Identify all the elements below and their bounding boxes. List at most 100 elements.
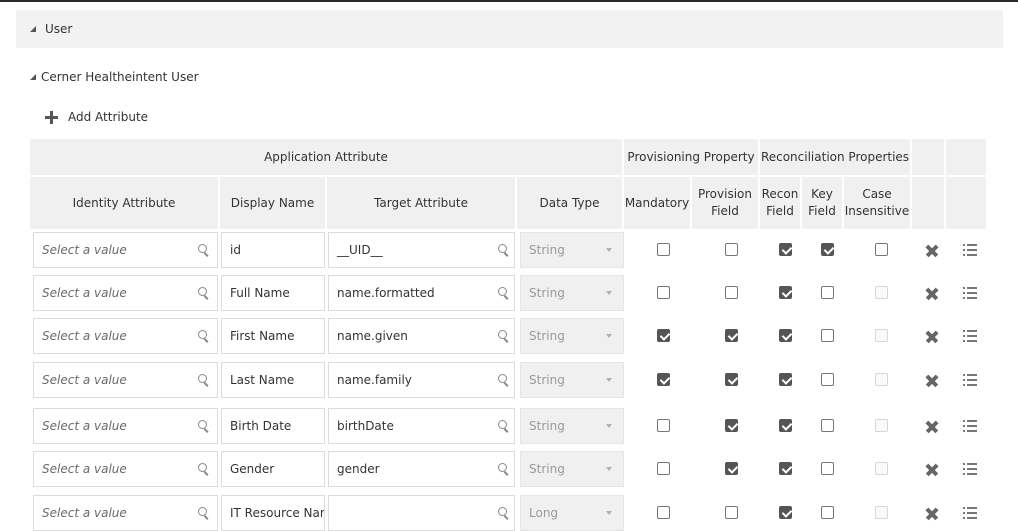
delete-icon[interactable] [925,420,939,434]
key-field-checkbox[interactable] [821,286,834,299]
display-name-input[interactable]: Full Name [221,275,325,311]
search-icon[interactable] [198,244,210,256]
search-icon[interactable] [498,287,510,299]
recon-field-checkbox[interactable] [779,286,792,299]
list-options-icon[interactable] [963,420,977,432]
recon-field-checkbox[interactable] [779,419,792,432]
case-insensitive-checkbox[interactable] [875,419,888,432]
identity-attribute-input[interactable]: Select a value [33,451,218,487]
search-icon[interactable] [198,420,210,432]
provision-field-checkbox[interactable] [725,462,738,475]
recon-field-checkbox[interactable] [779,329,792,342]
provision-field-checkbox[interactable] [725,286,738,299]
list-options-icon[interactable] [963,244,977,256]
list-options-icon[interactable] [963,330,977,342]
provision-field-checkbox[interactable] [725,243,738,256]
delete-icon[interactable] [925,374,939,388]
key-field-checkbox[interactable] [821,373,834,386]
group-reconciliation-properties: Reconciliation Properties [760,139,912,175]
target-attribute-input[interactable]: __UID__ [328,232,515,268]
col-provision-field-line2: Field [711,204,739,218]
mandatory-checkbox[interactable] [657,506,670,519]
key-field-checkbox[interactable] [821,329,834,342]
display-name-input[interactable]: Birth Date [221,408,325,444]
search-icon[interactable] [498,330,510,342]
chevron-down-icon [606,424,612,428]
col-recon-field: Recon Field [760,177,802,229]
data-type-value: String [529,373,565,387]
identity-attribute-input[interactable]: Select a value [33,318,218,354]
display-name-input[interactable]: id [221,232,325,268]
mandatory-checkbox[interactable] [657,373,670,386]
key-field-checkbox[interactable] [821,419,834,432]
delete-icon[interactable] [925,330,939,344]
provision-field-checkbox[interactable] [725,373,738,386]
display-name-value: Last Name [230,373,295,387]
key-field-checkbox[interactable] [821,506,834,519]
target-attribute-input[interactable]: name.family [328,362,515,398]
search-icon[interactable] [498,420,510,432]
case-insensitive-checkbox[interactable] [875,243,888,256]
subsection-header[interactable]: Cerner Healtheintent User [30,69,199,85]
list-options-icon[interactable] [963,463,977,475]
delete-icon[interactable] [925,287,939,301]
target-attribute-input[interactable]: name.formatted [328,275,515,311]
search-icon[interactable] [198,463,210,475]
list-options-icon[interactable] [963,374,977,386]
target-attribute-value: birthDate [337,419,394,433]
key-field-checkbox[interactable] [821,243,834,256]
target-attribute-input[interactable] [328,495,515,531]
search-icon[interactable] [498,244,510,256]
key-field-checkbox[interactable] [821,462,834,475]
case-insensitive-checkbox[interactable] [875,286,888,299]
display-name-input[interactable]: Last Name [221,362,325,398]
identity-attribute-input[interactable]: Select a value [33,495,218,531]
mandatory-checkbox[interactable] [657,419,670,432]
add-attribute-button[interactable]: Add Attribute [45,108,148,126]
delete-icon[interactable] [925,244,939,258]
section-user-header[interactable]: User [16,10,1003,48]
identity-attribute-input[interactable]: Select a value [33,232,218,268]
search-icon[interactable] [198,330,210,342]
delete-icon[interactable] [925,463,939,477]
target-attribute-input[interactable]: birthDate [328,408,515,444]
col-recon-field-line2: Field [766,204,794,218]
mandatory-checkbox[interactable] [657,462,670,475]
search-icon[interactable] [198,287,210,299]
target-attribute-input[interactable]: gender [328,451,515,487]
identity-attribute-input[interactable]: Select a value [33,275,218,311]
provision-field-checkbox[interactable] [725,506,738,519]
mandatory-checkbox[interactable] [657,243,670,256]
display-name-input[interactable]: Gender [221,451,325,487]
mandatory-checkbox[interactable] [657,329,670,342]
subsection-title: Cerner Healtheintent User [41,70,199,84]
mandatory-checkbox[interactable] [657,286,670,299]
case-insensitive-checkbox[interactable] [875,462,888,475]
display-name-input[interactable]: First Name [221,318,325,354]
search-icon[interactable] [198,374,210,386]
search-icon[interactable] [498,374,510,386]
case-insensitive-checkbox[interactable] [875,329,888,342]
recon-field-checkbox[interactable] [779,506,792,519]
identity-attribute-input[interactable]: Select a value [33,408,218,444]
delete-icon[interactable] [925,507,939,521]
list-options-icon[interactable] [963,507,977,519]
collapse-triangle-icon[interactable] [30,26,36,32]
provision-field-checkbox[interactable] [725,329,738,342]
display-name-input[interactable]: IT Resource Nan [221,495,325,531]
case-insensitive-checkbox[interactable] [875,506,888,519]
identity-attribute-input[interactable]: Select a value [33,362,218,398]
provision-field-checkbox[interactable] [725,419,738,432]
recon-field-checkbox[interactable] [779,373,792,386]
search-icon[interactable] [498,507,510,519]
recon-field-checkbox[interactable] [779,243,792,256]
list-options-icon[interactable] [963,287,977,299]
search-icon[interactable] [498,463,510,475]
case-insensitive-checkbox[interactable] [875,373,888,386]
search-icon[interactable] [198,507,210,519]
collapse-triangle-icon[interactable] [30,74,36,80]
section-user-title: User [45,22,73,36]
target-attribute-input[interactable]: name.given [328,318,515,354]
group-provisioning-property: Provisioning Property [624,139,760,175]
recon-field-checkbox[interactable] [779,462,792,475]
